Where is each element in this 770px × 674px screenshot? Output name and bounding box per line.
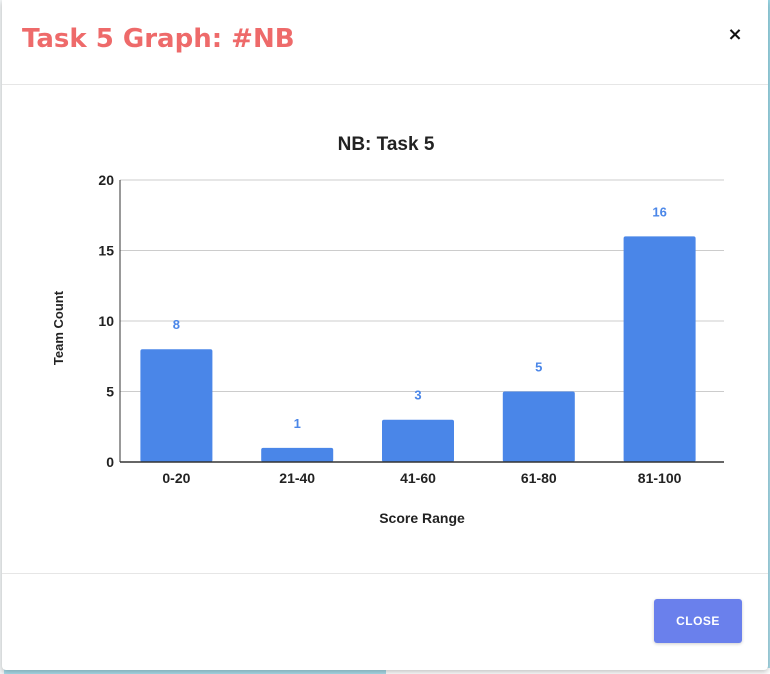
- y-tick-label: 10: [98, 313, 114, 329]
- chart-data-labels: 8 1 3 5 16: [173, 204, 667, 431]
- x-tick-label: 61-80: [521, 470, 557, 486]
- data-label: 16: [652, 204, 666, 219]
- bar-0-20: [140, 349, 213, 462]
- dialog-body: NB: Task 5 0 5 10 15 20 8 1 3 5 16 0-20 21-40 41-6…: [2, 85, 768, 573]
- bar-61-80: [502, 391, 575, 462]
- y-tick-label: 20: [98, 172, 114, 188]
- dialog-footer: CLOSE: [2, 573, 768, 671]
- bar-41-60: [382, 419, 454, 462]
- x-axis-ticks: 0-20 21-40 41-60 61-80 81-100: [162, 470, 681, 486]
- bar-chart: NB: Task 5 0 5 10 15 20 8 1 3 5 16 0-20 21-40 41-6…: [51, 134, 724, 526]
- data-label: 3: [414, 388, 421, 403]
- dialog-title: Task 5 Graph: #NB: [22, 24, 295, 54]
- x-tick-label: 0-20: [162, 470, 190, 486]
- x-tick-label: 21-40: [279, 470, 315, 486]
- close-icon[interactable]: ×: [724, 22, 746, 48]
- bar-81-100: [623, 236, 696, 462]
- x-axis-label: Score Range: [379, 510, 465, 526]
- close-button[interactable]: CLOSE: [654, 599, 742, 643]
- x-tick-label: 81-100: [638, 470, 682, 486]
- y-tick-label: 5: [106, 384, 114, 400]
- dialog-header: Task 5 Graph: #NB ×: [2, 0, 768, 85]
- graph-dialog: Task 5 Graph: #NB × NB: Task 5 0 5 10 15 20 …: [2, 0, 768, 670]
- bar-21-40: [261, 447, 334, 462]
- x-tick-label: 41-60: [400, 470, 436, 486]
- data-label: 1: [294, 416, 301, 431]
- y-axis-ticks: 0 5 10 15 20: [98, 172, 114, 470]
- chart-title: NB: Task 5: [338, 134, 435, 155]
- y-tick-label: 0: [106, 454, 114, 470]
- y-axis-label: Team Count: [51, 290, 66, 365]
- y-tick-label: 15: [98, 243, 114, 259]
- data-label: 5: [535, 360, 542, 375]
- data-label: 8: [173, 317, 180, 332]
- chart-bars: [140, 236, 696, 462]
